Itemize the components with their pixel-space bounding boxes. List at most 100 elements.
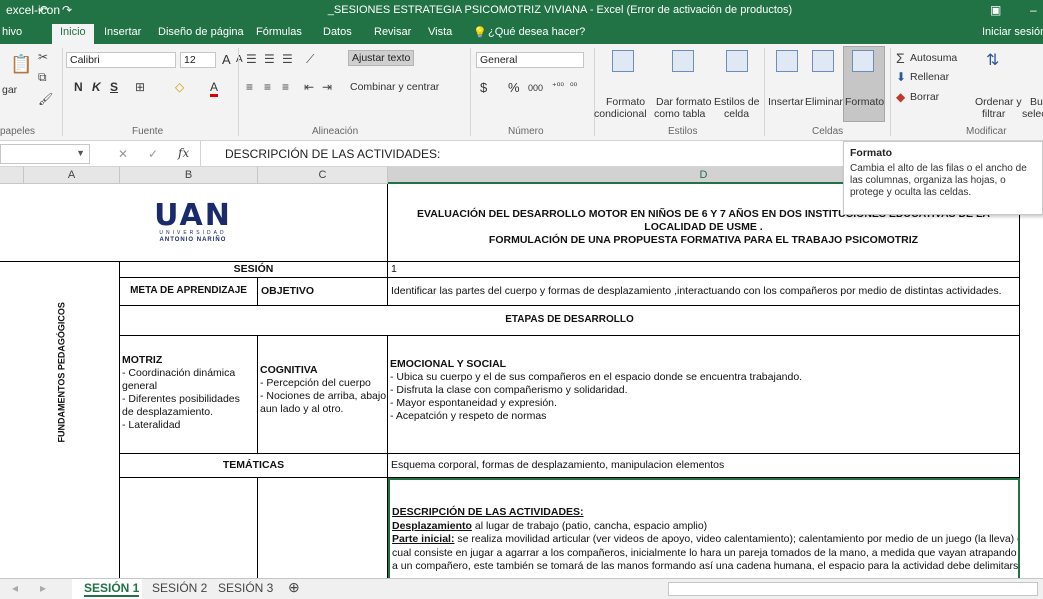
align-top-icon[interactable]: ☰ (246, 52, 257, 66)
font-color-button[interactable]: A (210, 80, 219, 97)
increase-decimal-button[interactable]: ⁺⁰⁰ (552, 81, 564, 92)
clear-label[interactable]: Borrar (910, 91, 939, 103)
etapas-cell[interactable]: ETAPAS DE DESARROLLO (120, 306, 1020, 336)
add-sheet-icon[interactable]: ⊕ (288, 579, 300, 596)
ribbon-display-icon[interactable]: ▣ (990, 3, 1001, 17)
redo-icon[interactable]: ↷ (62, 3, 72, 17)
scroll-left-icon[interactable]: ◂ (12, 581, 18, 595)
copy-icon[interactable]: ⧉ (38, 70, 47, 85)
fundamentos-cell[interactable]: FUNDAMENTOS PEDAGÓGICOS (0, 262, 120, 578)
meta-label-cell[interactable]: META DE APRENDIZAJE (120, 278, 258, 306)
selected-description-cell[interactable]: DESCRIPCIÓN DE LAS ACTIVIDADES: Desplaza… (388, 478, 1020, 578)
format-cells-label[interactable]: Formato (845, 96, 884, 108)
function-icon[interactable]: fx (178, 146, 189, 160)
delete-cells-icon[interactable] (812, 50, 834, 72)
tab-revisar[interactable]: Revisar (374, 26, 411, 38)
autosum-icon[interactable]: Σ (896, 50, 905, 66)
merge-center-button[interactable]: Combinar y centrar (350, 81, 439, 93)
cancel-icon[interactable]: ✕ (118, 147, 128, 161)
format-cells-icon[interactable] (852, 50, 874, 72)
tell-me-box[interactable]: ¿Qué desea hacer? (488, 26, 585, 38)
clear-icon[interactable]: ◆ (896, 90, 905, 104)
align-middle-icon[interactable]: ☰ (264, 52, 275, 66)
decrease-decimal-button[interactable]: ⁰⁰ (570, 81, 577, 92)
italic-button[interactable]: K (92, 80, 101, 94)
enter-icon[interactable]: ✓ (148, 147, 158, 161)
empty-cell-b[interactable] (120, 478, 258, 578)
tab-diseno-pagina[interactable]: Diseño de página (158, 26, 244, 38)
insert-cells-label[interactable]: Insertar (768, 96, 804, 108)
format-as-table-label-2[interactable]: como tabla (654, 108, 705, 120)
font-name-select[interactable]: Calibri (66, 52, 176, 68)
currency-button[interactable]: $ (480, 80, 487, 95)
sort-filter-icon[interactable]: ⇅ (986, 50, 999, 70)
objetivo-label-cell[interactable]: OBJETIVO (258, 278, 388, 306)
format-painter-icon[interactable]: 🖌 (38, 92, 53, 106)
format-as-table-label-1[interactable]: Dar formato (656, 96, 711, 108)
horizontal-scrollbar[interactable] (668, 582, 1038, 596)
format-as-table-icon[interactable] (672, 50, 694, 72)
cell-styles-icon[interactable] (726, 50, 748, 72)
signin-link[interactable]: Iniciar sesión (982, 26, 1043, 38)
sort-filter-label-1[interactable]: Ordenar y (975, 96, 1022, 108)
cell-styles-label-1[interactable]: Estilos de (714, 96, 760, 108)
wrap-text-button[interactable]: Ajustar texto (348, 50, 415, 66)
column-header-a[interactable]: A (24, 167, 120, 184)
bold-button[interactable]: N (74, 80, 83, 94)
underline-button[interactable]: S (110, 80, 118, 94)
find-select-label-1[interactable]: Bu (1030, 96, 1043, 108)
insert-cells-icon[interactable] (776, 50, 798, 72)
tab-insertar[interactable]: Insertar (104, 26, 141, 38)
tab-archivo[interactable]: hivo (2, 26, 22, 38)
emocional-cell[interactable]: EMOCIONAL Y SOCIAL - Ubica su cuerpo y e… (388, 336, 1020, 454)
paste-icon[interactable]: 📋 (10, 54, 32, 75)
sesion-value-cell[interactable]: 1 (388, 262, 1020, 278)
shrink-font-button[interactable]: A (236, 54, 243, 65)
percent-button[interactable]: % (508, 80, 520, 95)
undo-icon[interactable]: ↶ (38, 3, 48, 17)
autosum-label[interactable]: Autosuma (910, 52, 957, 64)
fill-icon[interactable]: ⬇ (896, 70, 906, 84)
grow-font-button[interactable]: A (222, 52, 231, 67)
objetivo-value-cell[interactable]: Identificar las partes del cuerpo y form… (388, 278, 1020, 306)
number-format-select[interactable]: General (476, 52, 584, 68)
chevron-down-icon[interactable]: ▼ (76, 148, 85, 158)
fill-label[interactable]: Rellenar (910, 71, 949, 83)
align-left-icon[interactable]: ≡ (246, 80, 253, 94)
sheet-tab-sesion-3[interactable]: SESIÓN 3 (218, 581, 273, 595)
logo-cell[interactable]: UAN UNIVERSIDAD ANTONIO NARIÑO (0, 184, 388, 262)
cell-styles-label-2[interactable]: celda (724, 108, 749, 120)
scroll-right-icon[interactable]: ▸ (40, 581, 46, 595)
conditional-format-label-1[interactable]: Formato (606, 96, 645, 108)
column-header-c[interactable]: C (258, 167, 388, 184)
column-header-b[interactable]: B (120, 167, 258, 184)
borders-icon[interactable]: ⊞ (135, 80, 145, 94)
find-select-label-2[interactable]: selec (1022, 108, 1043, 120)
tab-inicio[interactable]: Inicio (52, 24, 94, 44)
orientation-icon[interactable]: ⟋ (306, 52, 314, 67)
tematicas-value-cell[interactable]: Esquema corporal, formas de desplazamien… (388, 454, 1020, 478)
select-all-corner[interactable] (0, 167, 24, 184)
sesion-label-cell[interactable]: SESIÓN (120, 262, 388, 278)
motriz-cell[interactable]: MOTRIZ - Coordinación dinámica general -… (120, 336, 258, 454)
tab-datos[interactable]: Datos (323, 26, 352, 38)
align-right-icon[interactable]: ≡ (282, 80, 289, 94)
sort-filter-label-2[interactable]: filtrar (982, 108, 1005, 120)
thousands-button[interactable]: 000 (528, 83, 543, 93)
conditional-format-icon[interactable] (612, 50, 634, 72)
tematicas-label-cell[interactable]: TEMÁTICAS (120, 454, 388, 478)
name-box[interactable]: ▼ (0, 144, 90, 164)
sheet-tab-sesion-2[interactable]: SESIÓN 2 (152, 581, 207, 595)
tab-formulas[interactable]: Fórmulas (256, 26, 302, 38)
increase-indent-icon[interactable]: ⇥ (322, 80, 332, 94)
decrease-indent-icon[interactable]: ⇤ (304, 80, 314, 94)
cognitiva-cell[interactable]: COGNITIVA - Percepción del cuerpo - Noci… (258, 336, 388, 454)
empty-cell-c[interactable] (258, 478, 388, 578)
cut-icon[interactable]: ✂ (38, 50, 48, 64)
paste-label[interactable]: gar (2, 84, 17, 96)
font-size-select[interactable]: 12 (180, 52, 216, 68)
conditional-format-label-2[interactable]: condicional (594, 108, 647, 120)
align-center-icon[interactable]: ≡ (264, 80, 271, 94)
formula-input[interactable]: DESCRIPCIÓN DE LAS ACTIVIDADES: (225, 147, 440, 161)
tab-vista[interactable]: Vista (428, 26, 452, 38)
